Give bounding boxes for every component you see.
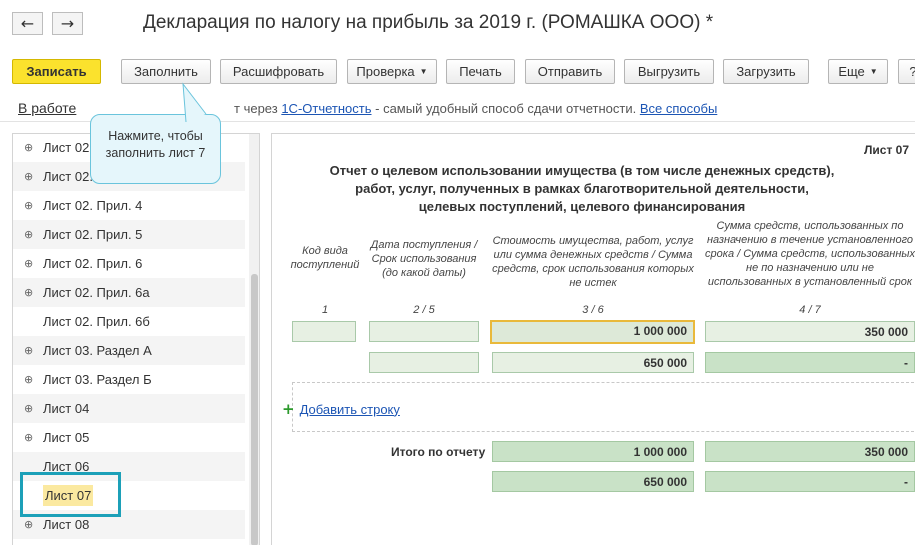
sidebar-item-label: Лист 02.: [43, 169, 93, 184]
sidebar-item[interactable]: ⊕ Лист 02. Прил. 6а: [13, 278, 245, 307]
col-num-1: 1: [321, 304, 329, 316]
hint-tooltip: Нажмите, чтобы заполнить лист 7: [90, 114, 221, 184]
export-button[interactable]: Выгрузить: [624, 59, 714, 84]
report-title: Отчет о целевом использовании имущества …: [329, 163, 835, 214]
expand-icon[interactable]: ⊕: [24, 257, 36, 270]
arrow-left-icon: ←: [20, 14, 35, 33]
highlight-frame: [20, 472, 121, 517]
help-button[interactable]: ?: [898, 59, 915, 84]
row2-date-input[interactable]: [369, 352, 479, 373]
total-remaining: 650 000: [492, 471, 694, 492]
service-link[interactable]: 1С-Отчетность: [281, 101, 371, 116]
back-button[interactable]: ←: [12, 12, 43, 35]
page-title: Декларация по налогу на прибыль за 2019 …: [143, 12, 714, 33]
sidebar-item[interactable]: ⊕ Лист 02. Прил. 4: [13, 191, 245, 220]
sidebar-item-label: Лист 02. Прил. 6б: [43, 314, 150, 329]
col-header-4: Сумма средств, использованных по назначе…: [705, 220, 915, 288]
chevron-down-icon: ▼: [419, 67, 428, 76]
sidebar-item-label: Лист 02. Прил. 6: [43, 256, 143, 271]
sidebar-item-label: Лист 03. Раздел Б: [43, 372, 152, 387]
sidebar-item[interactable]: ⊕ Лист 03. Раздел А: [13, 336, 245, 365]
row1-date-input[interactable]: [369, 321, 479, 342]
sidebar-item-label: Лист 02. Прил. 5: [43, 227, 143, 242]
tooltip-pointer: [182, 82, 207, 122]
sidebar-item-label: Лист 02. Прил. 6а: [43, 285, 150, 300]
expand-icon[interactable]: ⊕: [24, 228, 36, 241]
col-num-4: 4 / 7: [799, 304, 821, 316]
row1-code-input[interactable]: [292, 321, 356, 342]
row2-amount-input[interactable]: 650 000: [492, 352, 694, 373]
chevron-down-icon: ▼: [869, 67, 878, 76]
hint-line-1: Нажмите, чтобы: [108, 129, 203, 143]
sidebar-item-label: Лист 03. Раздел А: [43, 343, 152, 358]
status-link[interactable]: В работе: [18, 100, 76, 116]
expand-icon[interactable]: ⊕: [24, 141, 36, 154]
sidebar-item-label: Лист 04: [43, 401, 90, 416]
more-label: Еще: [838, 64, 865, 79]
more-dropdown-button[interactable]: Еще ▼: [828, 59, 888, 84]
col-header-3: Стоимость имущества, работ, услуг или су…: [492, 235, 694, 289]
save-button[interactable]: Записать: [12, 59, 101, 84]
hint-line-2: заполнить лист 7: [105, 146, 206, 160]
total-label: Итого по отчету: [391, 445, 486, 459]
all-methods-link[interactable]: Все способы: [640, 101, 717, 116]
forward-button[interactable]: →: [52, 12, 83, 35]
plus-icon: +: [282, 400, 295, 418]
sidebar-item-label: Лист 05: [43, 430, 90, 445]
sidebar-item[interactable]: ⊕ Лист 05: [13, 423, 245, 452]
info-text: т через 1С-Отчетность - самый удобный сп…: [234, 101, 718, 116]
import-button[interactable]: Загрузить: [723, 59, 809, 84]
expand-icon[interactable]: ⊕: [24, 431, 36, 444]
add-row-link[interactable]: + Добавить строку: [282, 400, 400, 418]
expand-icon[interactable]: ⊕: [24, 286, 36, 299]
col-header-2: Дата поступления / Срок использования (д…: [370, 239, 478, 279]
report-form: Лист 07 Отчет о целевом использовании им…: [271, 133, 915, 545]
col-num-2: 2 / 5: [413, 304, 435, 316]
total-amount: 1 000 000: [492, 441, 694, 462]
sidebar-item[interactable]: ⊕ Лист 03. Раздел Б: [13, 365, 245, 394]
expand-icon[interactable]: ⊕: [24, 344, 36, 357]
col-num-3: 3 / 6: [582, 304, 604, 316]
send-button[interactable]: Отправить: [525, 59, 615, 84]
scrollbar-thumb[interactable]: [251, 274, 258, 545]
sidebar-item[interactable]: ⊕ Лист 02. Прил. 6: [13, 249, 245, 278]
expand-icon[interactable]: ⊕: [24, 402, 36, 415]
total-misused: -: [705, 471, 915, 492]
row1-amount-input[interactable]: 1 000 000: [490, 320, 695, 344]
arrow-right-icon: →: [60, 14, 75, 33]
sidebar-item[interactable]: ⊕ Лист 04: [13, 394, 245, 423]
print-button[interactable]: Печать: [446, 59, 515, 84]
sidebar-item[interactable]: Лист 02. Прил. 6б: [13, 307, 245, 336]
row2-misused-input[interactable]: -: [705, 352, 915, 373]
expand-icon[interactable]: ⊕: [24, 199, 36, 212]
expand-icon[interactable]: ⊕: [24, 373, 36, 386]
fill-button[interactable]: Заполнить: [121, 59, 211, 84]
row1-used-input[interactable]: 350 000: [705, 321, 915, 342]
decode-button[interactable]: Расшифровать: [220, 59, 337, 84]
total-used: 350 000: [705, 441, 915, 462]
sheet-label: Лист 07: [863, 143, 909, 157]
expand-icon[interactable]: ⊕: [24, 518, 36, 531]
sidebar-item-label: Лист 08: [43, 517, 90, 532]
expand-icon[interactable]: ⊕: [24, 170, 36, 183]
sidebar-item-label: Лист 02. Прил. 4: [43, 198, 143, 213]
check-dropdown-button[interactable]: Проверка ▼: [347, 59, 437, 84]
sidebar-item[interactable]: ⊕ Лист 02. Прил. 5: [13, 220, 245, 249]
col-header-1: Код вида поступлений: [290, 245, 360, 271]
check-label: Проверка: [356, 64, 415, 79]
sidebar-item-label: Лист 02.: [43, 140, 93, 155]
